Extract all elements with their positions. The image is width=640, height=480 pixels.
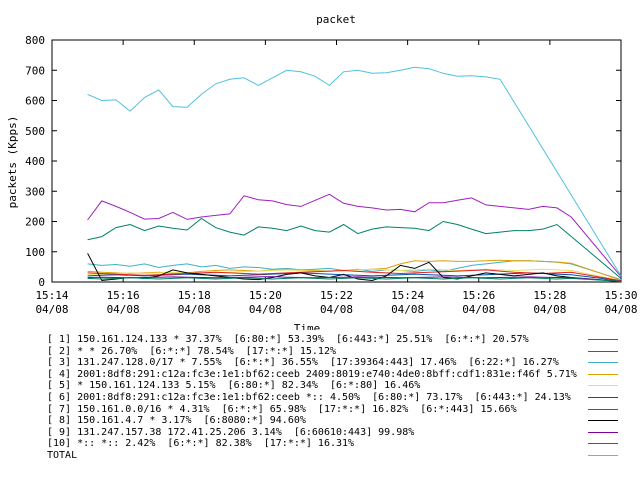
x-tick-label-date: 04/08 — [107, 303, 140, 316]
line-chart: packet packets (Kpps) Time 0 100 200 300 400… — [6, 13, 638, 330]
legend-entry: TOTAL — [47, 449, 637, 462]
x-tick-label-time: 15:28 — [533, 289, 566, 302]
x-tick-label-date: 04/08 — [320, 303, 353, 316]
legend-swatch — [588, 420, 618, 422]
series-line-11 — [87, 66, 622, 277]
legend-swatch — [588, 373, 618, 375]
x-tick-label-time: 15:26 — [462, 289, 495, 302]
x-tick-label-time: 15:16 — [107, 289, 140, 302]
y-tick-label: 400 — [25, 155, 45, 168]
x-tick-label-time: 15:20 — [249, 289, 282, 302]
x-tick-label-date: 04/08 — [462, 303, 495, 316]
y-tick-label: 500 — [25, 125, 45, 138]
x-tick-label-time: 15:18 — [178, 289, 211, 302]
x-tick-label-time: 15:14 — [35, 289, 68, 302]
legend-label: TOTAL — [47, 450, 78, 461]
x-tick-label-time: 15:30 — [604, 289, 637, 302]
legend-swatch — [588, 362, 618, 364]
y-axis-label: packets (Kpps) — [6, 116, 19, 209]
x-tick-label-date: 04/08 — [604, 303, 637, 316]
legend-swatch — [588, 443, 618, 445]
series-line-10 — [87, 277, 622, 282]
y-tick-label: 0 — [38, 276, 45, 289]
y-tick-label: 100 — [25, 246, 45, 259]
x-tick-label-time: 15:22 — [320, 289, 353, 302]
x-tick-label-date: 04/08 — [35, 303, 68, 316]
y-tick-label: 600 — [25, 95, 45, 108]
legend-swatch — [588, 339, 618, 340]
legend-swatch — [588, 408, 618, 410]
y-tick-label: 800 — [25, 34, 45, 47]
legend-swatch — [588, 455, 618, 456]
x-tick-label-date: 04/08 — [391, 303, 424, 316]
x-tick-label-time: 15:24 — [391, 289, 424, 302]
x-tick-label-date: 04/08 — [178, 303, 211, 316]
legend-swatch — [588, 385, 618, 387]
y-tick-label: 700 — [25, 64, 45, 77]
legend-swatch — [588, 397, 618, 398]
legend-swatch — [588, 431, 618, 433]
chart-title: packet — [316, 13, 356, 26]
x-tick-label-date: 04/08 — [533, 303, 566, 316]
x-axis-label: Time — [294, 322, 321, 330]
plot-frame — [51, 39, 622, 283]
y-tick-label: 300 — [25, 185, 45, 198]
legend-swatch — [588, 350, 618, 352]
x-tick-label-date: 04/08 — [249, 303, 282, 316]
series-line-1 — [87, 193, 622, 277]
y-tick-label: 200 — [25, 216, 45, 229]
